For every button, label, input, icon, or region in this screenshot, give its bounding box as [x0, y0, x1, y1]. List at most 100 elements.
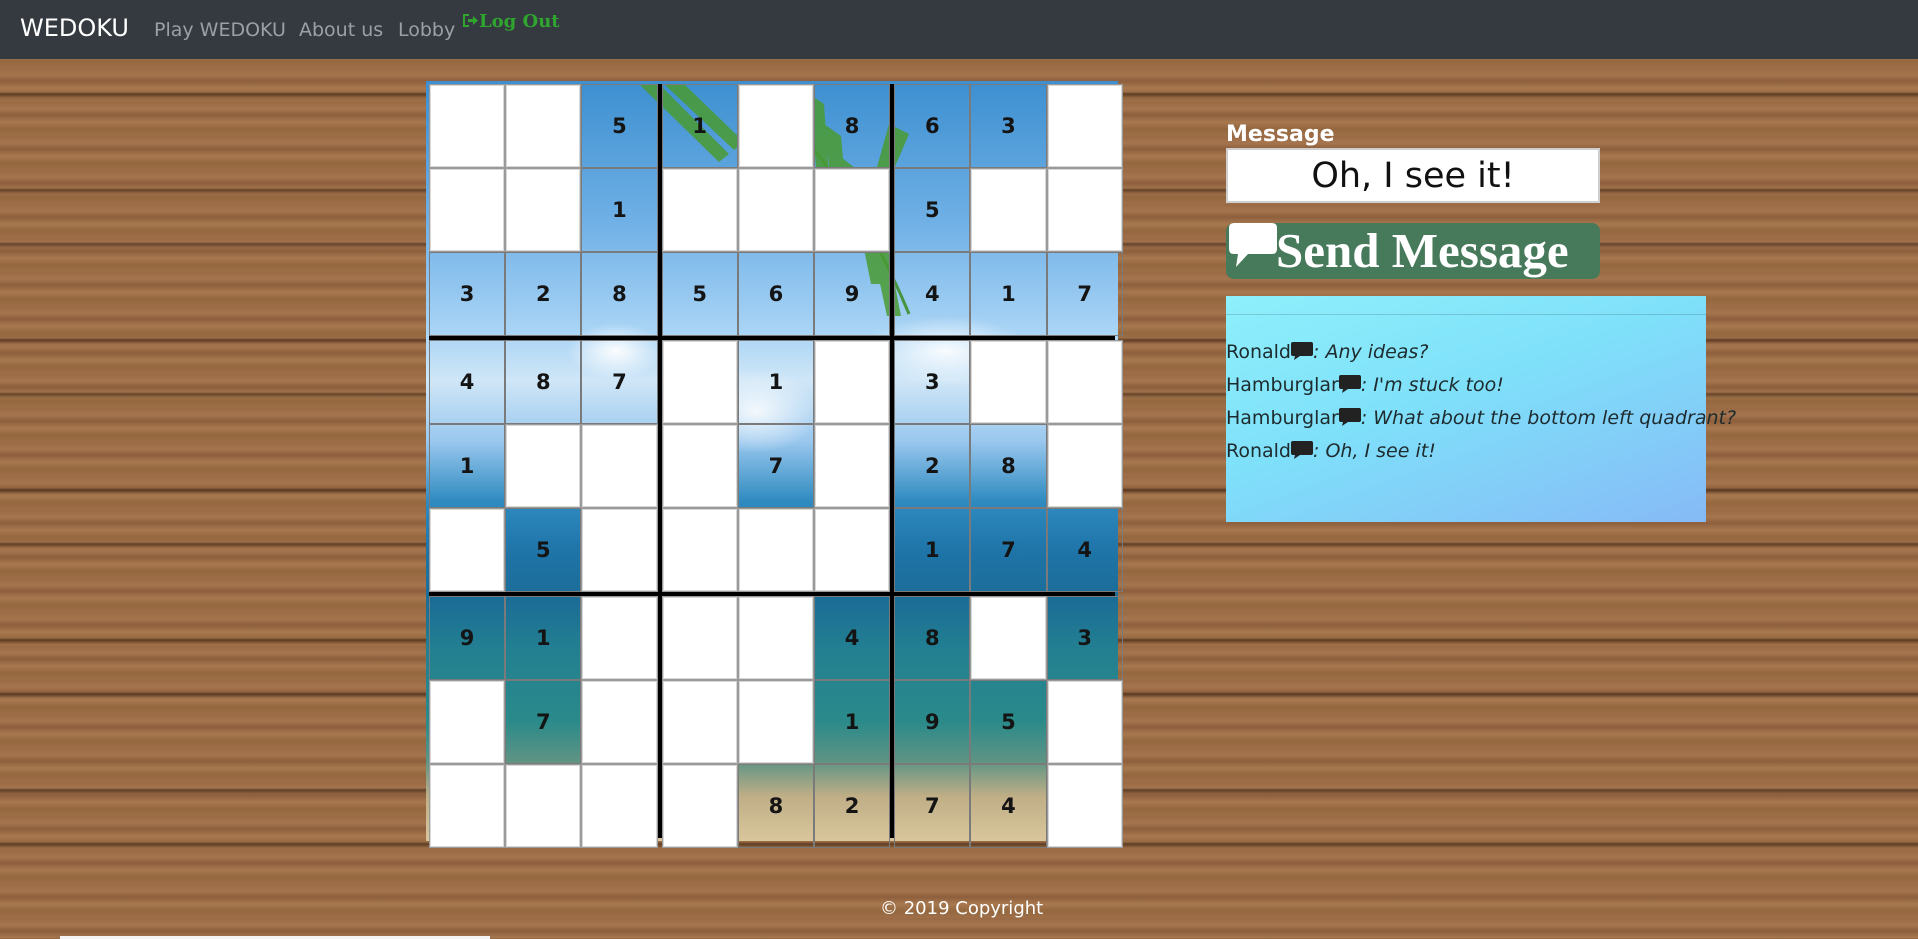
- sudoku-cell[interactable]: 9: [429, 596, 506, 680]
- sudoku-cell[interactable]: 4: [970, 764, 1047, 848]
- sudoku-cell[interactable]: 7: [505, 680, 582, 764]
- sudoku-cell[interactable]: [429, 680, 506, 764]
- sudoku-cell[interactable]: 2: [894, 424, 971, 508]
- sudoku-cell[interactable]: 1: [429, 424, 506, 508]
- sudoku-cell[interactable]: [737, 168, 814, 252]
- nav-lobby-link[interactable]: Lobby: [398, 19, 455, 41]
- chat-text: : Oh, I see it!: [1313, 440, 1436, 462]
- sudoku-cell[interactable]: [505, 168, 582, 252]
- sudoku-cell[interactable]: 1: [970, 252, 1047, 336]
- chat-text: : Any ideas?: [1313, 341, 1429, 363]
- send-message-button[interactable]: Send Message: [1226, 223, 1600, 279]
- box-divider-horizontal: [429, 592, 1115, 596]
- nav-about-link[interactable]: About us: [299, 19, 383, 41]
- logout-button[interactable]: Log Out: [462, 11, 560, 32]
- sudoku-cell[interactable]: 3: [894, 340, 971, 424]
- sudoku-cell[interactable]: [1046, 340, 1123, 424]
- chat-message: Hamburglar: What about the bottom left q…: [1226, 402, 1736, 435]
- sudoku-cell[interactable]: [970, 596, 1047, 680]
- sudoku-cell[interactable]: 8: [814, 84, 891, 168]
- sudoku-cell[interactable]: [737, 508, 814, 592]
- sudoku-cell[interactable]: [429, 508, 506, 592]
- sudoku-cell[interactable]: [1046, 84, 1123, 168]
- sudoku-cell[interactable]: [661, 596, 738, 680]
- sudoku-cell[interactable]: 9: [814, 252, 891, 336]
- sudoku-cell[interactable]: 5: [661, 252, 738, 336]
- sudoku-cell[interactable]: 8: [894, 596, 971, 680]
- sudoku-cell[interactable]: [661, 680, 738, 764]
- sudoku-cell[interactable]: 2: [814, 764, 891, 848]
- sudoku-cell[interactable]: [581, 424, 658, 508]
- comment-icon: [1338, 408, 1361, 426]
- sudoku-cell[interactable]: [814, 508, 891, 592]
- sudoku-cell[interactable]: 1: [505, 596, 582, 680]
- sudoku-cell[interactable]: [1046, 424, 1123, 508]
- sudoku-cell[interactable]: [661, 508, 738, 592]
- sudoku-cell[interactable]: 7: [894, 764, 971, 848]
- sudoku-cell[interactable]: 9: [894, 680, 971, 764]
- brand-link[interactable]: WEDOKU: [20, 14, 129, 42]
- sudoku-cell[interactable]: 6: [737, 252, 814, 336]
- sudoku-cell[interactable]: 7: [581, 340, 658, 424]
- chat-message: Ronald : Any ideas?: [1226, 336, 1706, 369]
- sudoku-cell[interactable]: 5: [970, 680, 1047, 764]
- sudoku-cell[interactable]: [737, 596, 814, 680]
- chat-user: Ronald: [1226, 341, 1291, 363]
- sudoku-cell[interactable]: [814, 424, 891, 508]
- sudoku-cell[interactable]: [661, 340, 738, 424]
- sudoku-cell[interactable]: [970, 168, 1047, 252]
- sudoku-cell[interactable]: 5: [581, 84, 658, 168]
- sudoku-cell[interactable]: 6: [894, 84, 971, 168]
- sudoku-cell[interactable]: [581, 596, 658, 680]
- sudoku-cell[interactable]: [505, 84, 582, 168]
- sudoku-cell[interactable]: 7: [1046, 252, 1123, 336]
- chat-message: Ronald : Oh, I see it!: [1226, 435, 1706, 468]
- sudoku-cell[interactable]: 4: [429, 340, 506, 424]
- sudoku-cell[interactable]: 2: [505, 252, 582, 336]
- sudoku-cell[interactable]: 5: [894, 168, 971, 252]
- comment-icon: [1291, 441, 1313, 459]
- sudoku-cell[interactable]: [505, 764, 582, 848]
- sudoku-cell[interactable]: [581, 680, 658, 764]
- sudoku-cell[interactable]: [970, 340, 1047, 424]
- sudoku-cell[interactable]: 4: [814, 596, 891, 680]
- sudoku-cell[interactable]: 8: [737, 764, 814, 848]
- sudoku-cell[interactable]: [661, 764, 738, 848]
- sudoku-cell[interactable]: [581, 508, 658, 592]
- sudoku-cell[interactable]: 1: [737, 340, 814, 424]
- sudoku-cell[interactable]: [429, 764, 506, 848]
- sudoku-cell[interactable]: 8: [505, 340, 582, 424]
- sudoku-cell[interactable]: 5: [505, 508, 582, 592]
- sudoku-cell[interactable]: [661, 168, 738, 252]
- sudoku-cell[interactable]: 4: [1046, 508, 1123, 592]
- sudoku-cell[interactable]: [581, 764, 658, 848]
- chat-user: Ronald: [1226, 440, 1291, 462]
- message-input[interactable]: [1226, 148, 1600, 203]
- sudoku-cell[interactable]: [661, 424, 738, 508]
- sudoku-cell[interactable]: 4: [894, 252, 971, 336]
- sudoku-cell[interactable]: 1: [814, 680, 891, 764]
- sudoku-cell[interactable]: [737, 680, 814, 764]
- sudoku-cell[interactable]: [505, 424, 582, 508]
- sudoku-cell[interactable]: [1046, 680, 1123, 764]
- sudoku-cell[interactable]: [429, 168, 506, 252]
- sudoku-cell[interactable]: 3: [1046, 596, 1123, 680]
- chat-user: Hamburglar: [1226, 374, 1339, 396]
- sudoku-cell[interactable]: 1: [894, 508, 971, 592]
- sudoku-cell[interactable]: 7: [970, 508, 1047, 592]
- sudoku-cell[interactable]: [814, 340, 891, 424]
- sudoku-cell[interactable]: [737, 84, 814, 168]
- sudoku-cell[interactable]: 8: [970, 424, 1047, 508]
- sudoku-cell[interactable]: 8: [581, 252, 658, 336]
- sudoku-cell[interactable]: 3: [429, 252, 506, 336]
- sudoku-cell[interactable]: 7: [737, 424, 814, 508]
- sudoku-cell[interactable]: [429, 84, 506, 168]
- sudoku-cell[interactable]: 1: [661, 84, 738, 168]
- chat-text: : What about the bottom left quadrant?: [1360, 407, 1737, 429]
- sudoku-cell[interactable]: [1046, 764, 1123, 848]
- nav-play-link[interactable]: Play WEDOKU: [154, 19, 286, 41]
- sudoku-cell[interactable]: 1: [581, 168, 658, 252]
- sudoku-cell[interactable]: [814, 168, 891, 252]
- sudoku-cell[interactable]: 3: [970, 84, 1047, 168]
- sudoku-cell[interactable]: [1046, 168, 1123, 252]
